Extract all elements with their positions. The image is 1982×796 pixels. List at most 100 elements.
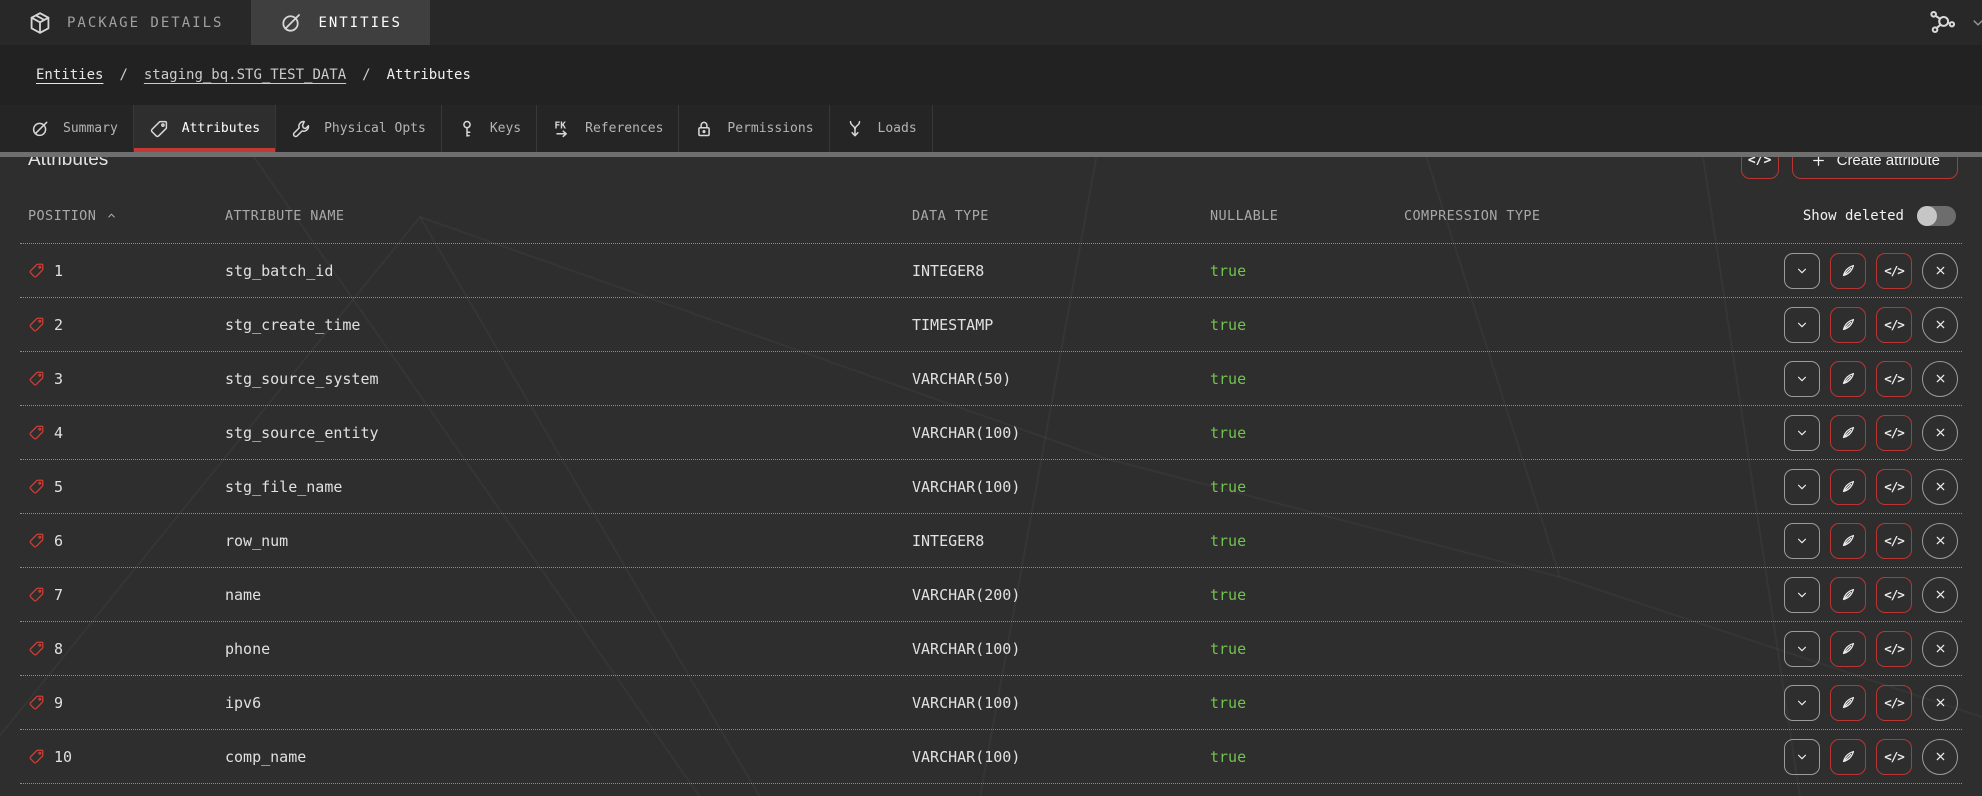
row-expand-button[interactable] — [1784, 685, 1820, 721]
attribute-position: 5 — [54, 478, 63, 496]
row-expand-button[interactable] — [1784, 523, 1820, 559]
row-delete-button[interactable] — [1922, 253, 1958, 289]
row-code-button[interactable]: </> — [1876, 685, 1912, 721]
attribute-nullable: true — [1210, 262, 1404, 280]
attribute-name: row_num — [225, 532, 912, 550]
attribute-nullable: true — [1210, 748, 1404, 766]
tab-keys[interactable]: Keys — [442, 105, 537, 152]
attributes-panel: Attributes </> Create attribute POSITION — [0, 157, 1982, 796]
row-delete-button[interactable] — [1922, 523, 1958, 559]
row-delete-button[interactable] — [1922, 361, 1958, 397]
attribute-nullable: true — [1210, 424, 1404, 442]
row-delete-button[interactable] — [1922, 631, 1958, 667]
row-code-button[interactable]: </> — [1876, 469, 1912, 505]
close-icon — [1932, 262, 1949, 279]
attribute-position: 6 — [54, 532, 63, 550]
plus-icon — [1810, 157, 1827, 169]
row-edit-button[interactable] — [1830, 253, 1866, 289]
section-header: Attributes </> Create attribute — [20, 157, 1962, 188]
row-edit-button[interactable] — [1830, 361, 1866, 397]
row-expand-button[interactable] — [1784, 469, 1820, 505]
network-icon[interactable] — [1928, 9, 1955, 36]
chevron-down-icon — [1794, 533, 1810, 549]
attribute-data-type: TIMESTAMP — [912, 316, 1210, 334]
row-edit-button[interactable] — [1830, 631, 1866, 667]
row-expand-button[interactable] — [1784, 253, 1820, 289]
breadcrumb-current-page: Attributes — [387, 67, 471, 83]
row-expand-button[interactable] — [1784, 631, 1820, 667]
table-row: 1 stg_batch_id INTEGER8 true </> — [20, 244, 1962, 298]
sort-caret-up-icon — [105, 209, 118, 222]
attribute-name: phone — [225, 640, 912, 658]
row-edit-button[interactable] — [1830, 739, 1866, 775]
tab-attributes[interactable]: Attributes — [134, 105, 276, 152]
row-expand-button[interactable] — [1784, 739, 1820, 775]
chevron-down-icon — [1794, 587, 1810, 603]
row-edit-button[interactable] — [1830, 415, 1866, 451]
tab-summary[interactable]: Summary — [0, 105, 134, 152]
attribute-name: stg_batch_id — [225, 262, 912, 280]
topbar-tab-entities[interactable]: ENTITIES — [251, 0, 429, 45]
chevron-down-icon — [1794, 425, 1810, 441]
row-code-button[interactable]: </> — [1876, 307, 1912, 343]
row-expand-button[interactable] — [1784, 577, 1820, 613]
row-expand-button[interactable] — [1784, 415, 1820, 451]
column-header-nullable: NULLABLE — [1210, 208, 1404, 224]
code-icon: </> — [1748, 157, 1771, 168]
chevron-down-icon — [1794, 371, 1810, 387]
row-edit-button[interactable] — [1830, 307, 1866, 343]
breadcrumb-separator: / — [119, 67, 127, 83]
table-row: 10 comp_name VARCHAR(100) true </> — [20, 730, 1962, 784]
row-delete-button[interactable] — [1922, 415, 1958, 451]
edit-icon — [1840, 478, 1857, 495]
close-icon — [1932, 748, 1949, 765]
row-code-button[interactable]: </> — [1876, 577, 1912, 613]
row-delete-button[interactable] — [1922, 469, 1958, 505]
attribute-name: stg_create_time — [225, 316, 912, 334]
row-delete-button[interactable] — [1922, 307, 1958, 343]
row-delete-button[interactable] — [1922, 685, 1958, 721]
attribute-nullable: true — [1210, 640, 1404, 658]
tag-icon — [28, 262, 45, 279]
show-deleted-toggle[interactable] — [1917, 206, 1956, 226]
row-code-button[interactable]: </> — [1876, 523, 1912, 559]
tag-icon — [28, 586, 45, 603]
attribute-nullable: true — [1210, 694, 1404, 712]
topbar-tab-package-details[interactable]: PACKAGE DETAILS — [0, 0, 251, 45]
entity-tab-bar: Summary Attributes Physical Opts Keys Re… — [0, 105, 1982, 152]
row-delete-button[interactable] — [1922, 739, 1958, 775]
row-edit-button[interactable] — [1830, 577, 1866, 613]
breadcrumb-entity-link[interactable]: staging_bq.STG_TEST_DATA — [144, 67, 346, 83]
row-code-button[interactable]: </> — [1876, 361, 1912, 397]
row-edit-button[interactable] — [1830, 523, 1866, 559]
view-ddl-button[interactable]: </> — [1741, 157, 1779, 179]
row-code-button[interactable]: </> — [1876, 631, 1912, 667]
row-expand-button[interactable] — [1784, 307, 1820, 343]
row-delete-button[interactable] — [1922, 577, 1958, 613]
tag-icon — [149, 119, 169, 139]
tab-references[interactable]: References — [537, 105, 679, 152]
tab-physical-opts[interactable]: Physical Opts — [276, 105, 442, 152]
tag-icon — [28, 424, 45, 441]
chevron-down-icon[interactable] — [1969, 14, 1982, 32]
wrench-icon — [291, 119, 311, 139]
top-app-bar: PACKAGE DETAILS ENTITIES — [0, 0, 1982, 45]
loads-icon — [845, 119, 865, 139]
breadcrumb-entities-link[interactable]: Entities — [36, 67, 103, 83]
edit-icon — [1840, 640, 1857, 657]
row-code-button[interactable]: </> — [1876, 739, 1912, 775]
create-attribute-button[interactable]: Create attribute — [1792, 157, 1958, 179]
row-code-button[interactable]: </> — [1876, 415, 1912, 451]
column-header-position[interactable]: POSITION — [28, 208, 225, 224]
table-row: 4 stg_source_entity VARCHAR(100) true </… — [20, 406, 1962, 460]
code-icon: </> — [1884, 371, 1904, 386]
row-edit-button[interactable] — [1830, 685, 1866, 721]
tab-permissions[interactable]: Permissions — [679, 105, 829, 152]
tab-loads[interactable]: Loads — [830, 105, 933, 152]
row-code-button[interactable]: </> — [1876, 253, 1912, 289]
row-edit-button[interactable] — [1830, 469, 1866, 505]
code-icon: </> — [1884, 749, 1904, 764]
row-expand-button[interactable] — [1784, 361, 1820, 397]
edit-icon — [1840, 586, 1857, 603]
attribute-data-type: INTEGER8 — [912, 262, 1210, 280]
